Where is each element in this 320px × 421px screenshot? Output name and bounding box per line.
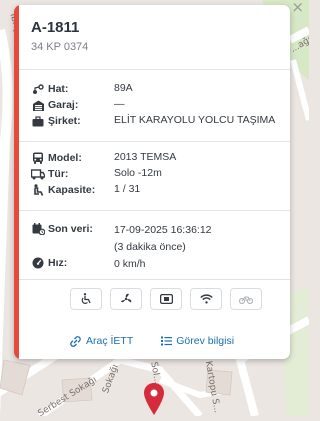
briefcase-icon <box>31 115 45 127</box>
wheelchair-icon <box>70 288 102 310</box>
task-link[interactable]: Görev bilgisi <box>161 335 234 347</box>
calendar-icon <box>31 223 45 235</box>
people-icon <box>31 184 45 196</box>
vehicle-door-number: A-1811 <box>31 19 80 36</box>
divider <box>19 69 290 70</box>
list-icon <box>161 336 173 346</box>
popup-links: Araç İETT Görev bilgisi <box>69 335 234 347</box>
garage-value: — <box>114 98 125 110</box>
vehicle-link[interactable]: Araç İETT <box>69 335 133 347</box>
last-data-relative: (3 dakika önce) <box>114 241 186 253</box>
last-data-value: 17-09-2025 16:36:12 <box>114 224 212 236</box>
license-plate: 34 KP 0374 <box>31 41 89 53</box>
garage-icon <box>31 99 45 111</box>
bus-icon <box>31 152 45 164</box>
speed-value: 0 km/h <box>114 258 146 270</box>
divider <box>19 210 290 211</box>
model-value: 2013 TEMSA <box>114 151 177 163</box>
wifi-icon <box>190 288 222 310</box>
fan-icon <box>110 288 142 310</box>
map-pin-icon[interactable] <box>143 382 165 421</box>
task-link-label: Görev bilgisi <box>176 335 235 347</box>
divider <box>19 141 290 142</box>
line-value: 89A <box>114 82 133 94</box>
link-icon <box>70 335 81 347</box>
vehicle-popup: A-1811 34 KP 0374 Hat: 89A Garaj: — Şirk… <box>14 5 290 359</box>
truck-icon <box>31 168 45 180</box>
feature-badges <box>70 288 262 310</box>
popup-header: A-1811 34 KP 0374 <box>31 19 88 53</box>
type-value: Solo -12m <box>114 167 162 179</box>
bicycle-icon <box>230 288 262 310</box>
card-reader-icon <box>150 288 182 310</box>
divider <box>19 279 290 280</box>
route-icon <box>31 83 45 95</box>
speedometer-icon <box>31 257 45 269</box>
capacity-value: 1 / 31 <box>114 183 141 195</box>
vehicle-link-label: Araç İETT <box>86 335 134 347</box>
close-icon[interactable]: × <box>291 0 304 16</box>
company-value: ELİT KARAYOLU YOLCU TAŞIMA <box>114 114 276 126</box>
